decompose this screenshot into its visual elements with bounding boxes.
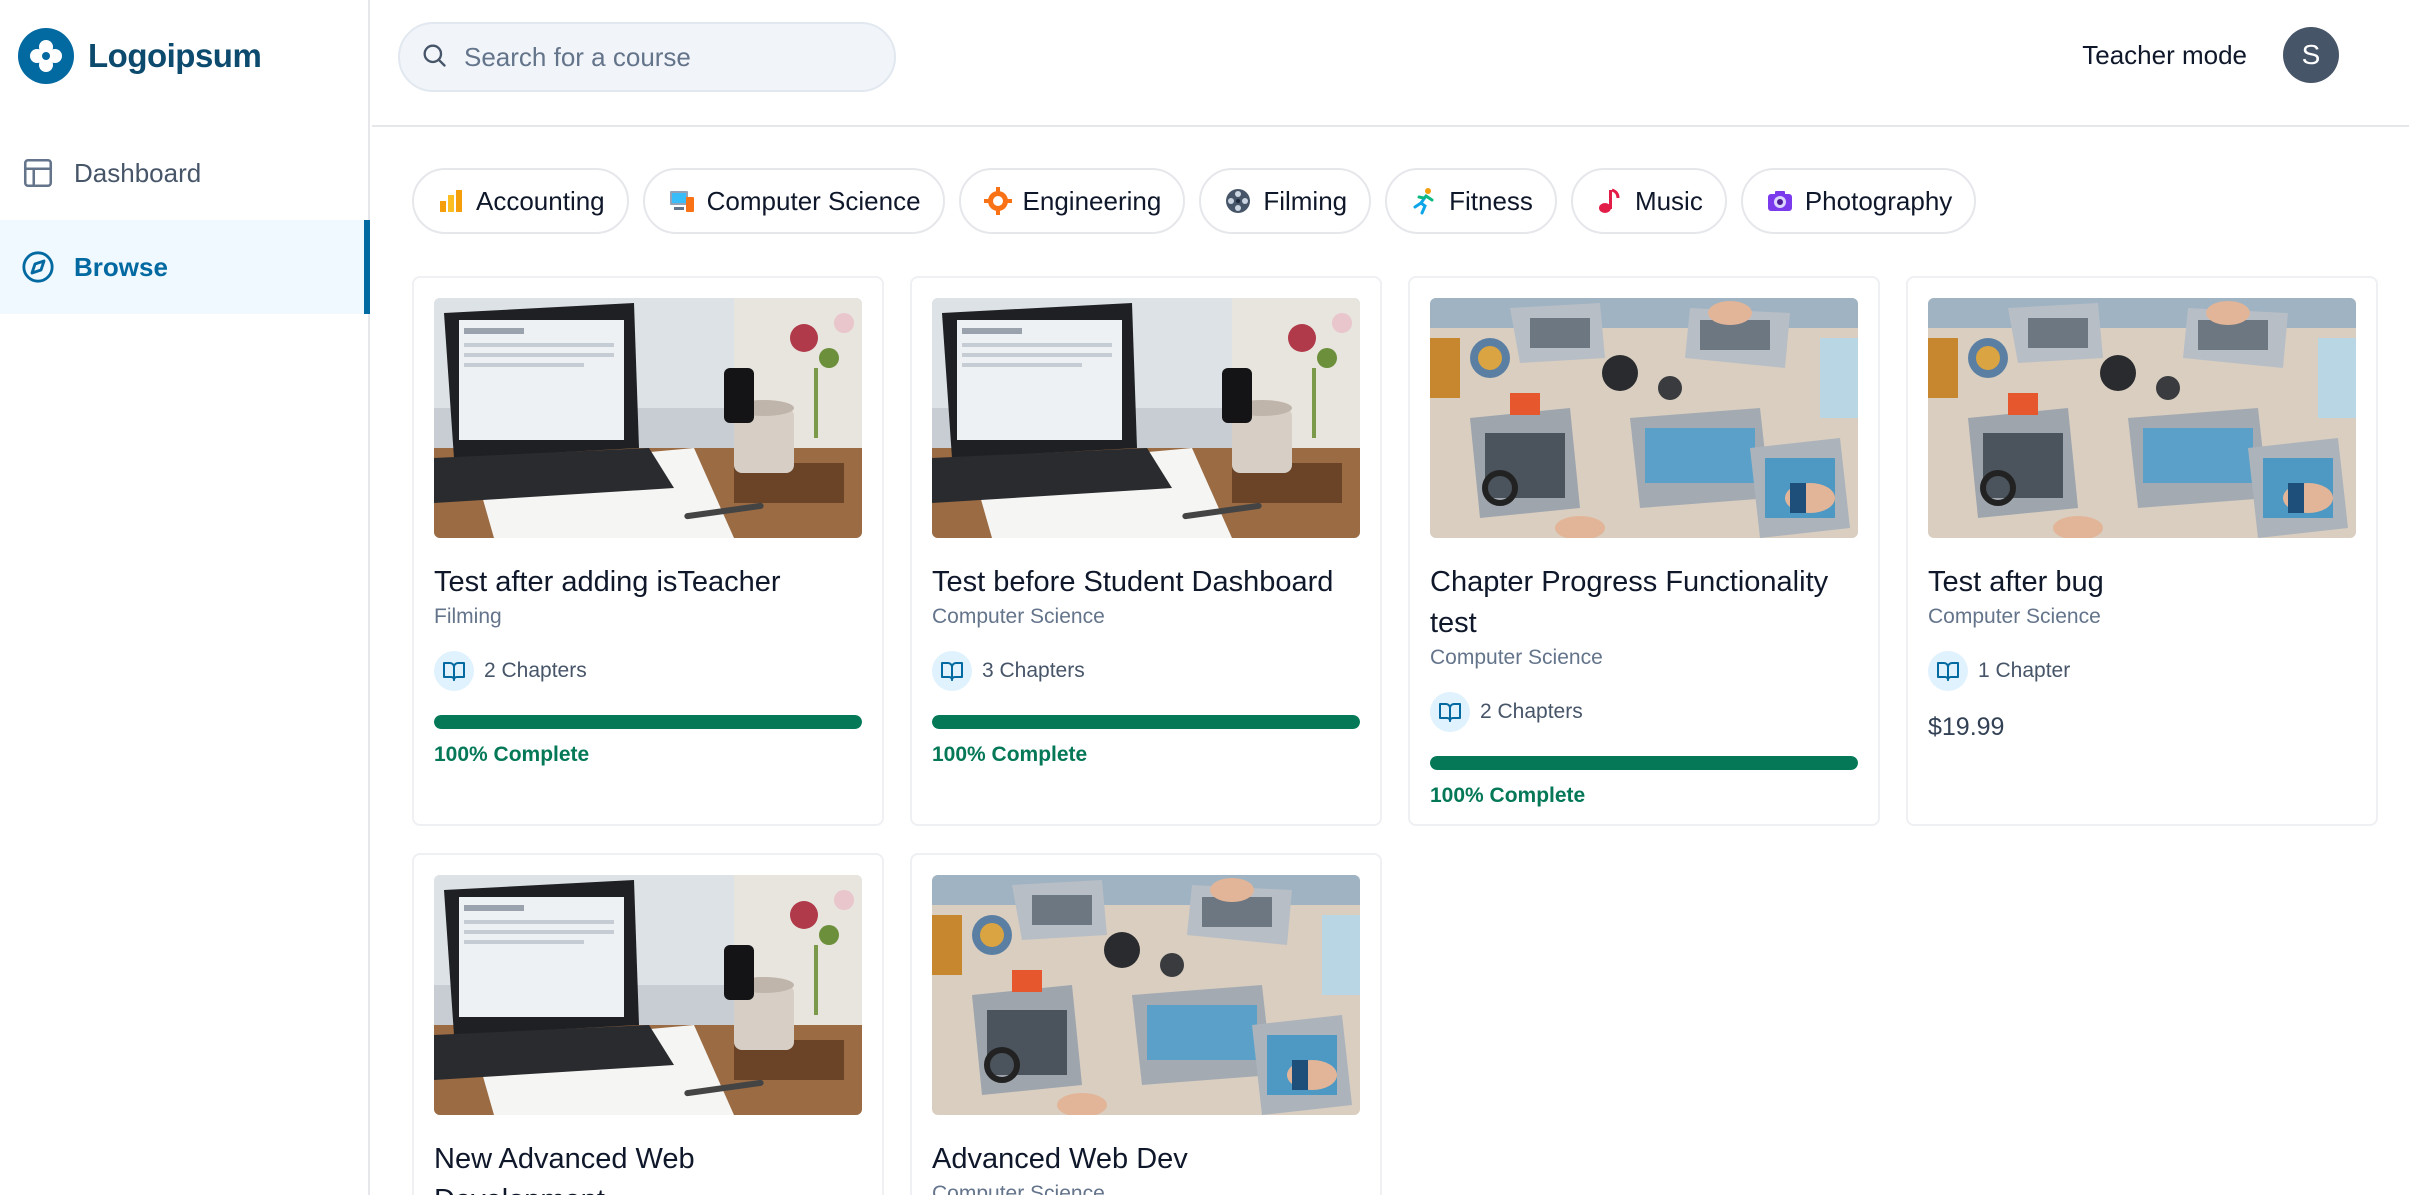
course-chapters: 3 Chapters — [932, 651, 1360, 691]
course-card[interactable]: Advanced Web Dev Computer Science — [910, 853, 1382, 1195]
layout-icon — [20, 155, 56, 191]
course-price: $19.99 — [1928, 713, 2005, 741]
category-label: Photography — [1804, 185, 1953, 216]
progress-label: 100% Complete — [1430, 784, 1586, 807]
course-card[interactable]: Test before Student Dashboard Computer S… — [910, 276, 1382, 826]
book-open-icon — [932, 651, 972, 691]
course-thumbnail — [932, 298, 1360, 538]
sidebar-item-dashboard[interactable]: Dashboard — [0, 126, 368, 220]
progress-fill — [434, 715, 862, 729]
category-photography[interactable]: Photography — [1740, 168, 1977, 234]
category-filming[interactable]: Filming — [1199, 168, 1372, 234]
music-note-icon — [1595, 186, 1625, 216]
course-category: Computer Science — [1430, 646, 1603, 669]
course-chapters: 2 Chapters — [1430, 692, 1858, 732]
course-category: Filming — [434, 605, 502, 628]
course-card[interactable]: Test after bug Computer Science 1 Chapte… — [1906, 276, 2378, 826]
category-music[interactable]: Music — [1570, 168, 1727, 234]
category-filter-bar: Accounting Computer Science Engineering … — [412, 168, 1977, 234]
course-title: Chapter Progress Functionality test — [1430, 566, 1829, 639]
top-header: Teacher mode S — [372, 0, 2409, 127]
sidebar: Logoipsum Dashboard Browse — [0, 0, 370, 1195]
category-engineering[interactable]: Engineering — [958, 168, 1186, 234]
compass-icon — [20, 249, 56, 285]
category-accounting[interactable]: Accounting — [412, 168, 629, 234]
logo-icon — [18, 28, 74, 84]
camera-icon — [1765, 186, 1795, 216]
course-chapters: 2 Chapters — [434, 651, 862, 691]
progress-fill — [932, 715, 1360, 729]
course-thumbnail — [1928, 298, 2356, 538]
course-title: Test after adding isTeacher — [434, 566, 781, 598]
teacher-mode-button[interactable]: Teacher mode — [2082, 40, 2247, 71]
search-bar[interactable] — [398, 22, 896, 92]
progress-bar — [1430, 756, 1858, 770]
search-icon — [420, 41, 448, 74]
category-computer-science[interactable]: Computer Science — [642, 168, 945, 234]
sidebar-item-label: Dashboard — [74, 157, 202, 188]
course-category: Computer Science — [932, 605, 1105, 628]
search-input[interactable] — [464, 41, 884, 73]
course-thumbnail — [932, 875, 1360, 1115]
sidebar-item-browse[interactable]: Browse — [0, 220, 370, 314]
category-label: Filming — [1263, 185, 1348, 216]
header-actions: Teacher mode S — [2082, 0, 2339, 110]
film-reel-icon — [1223, 186, 1253, 216]
progress-label: 100% Complete — [932, 743, 1088, 766]
bar-chart-icon — [436, 186, 466, 216]
gear-icon — [983, 186, 1013, 216]
course-chapters: 1 Chapter — [1928, 651, 2356, 691]
avatar[interactable]: S — [2283, 27, 2339, 83]
course-thumbnail — [434, 875, 862, 1115]
course-thumbnail — [434, 298, 862, 538]
chapter-count: 2 Chapters — [1480, 700, 1583, 723]
chapter-count: 3 Chapters — [982, 659, 1085, 682]
category-label: Accounting — [476, 185, 605, 216]
brand-name: Logoipsum — [88, 37, 262, 74]
brand-logo[interactable]: Logoipsum — [18, 28, 262, 84]
course-title: Advanced Web Dev — [932, 1143, 1188, 1175]
course-card[interactable]: New Advanced Web Development — [412, 853, 884, 1195]
course-title: New Advanced Web Development — [434, 1143, 695, 1195]
sidebar-nav: Dashboard Browse — [0, 126, 370, 314]
category-label: Music — [1634, 185, 1703, 216]
chapter-count: 2 Chapters — [484, 659, 587, 682]
runner-icon — [1409, 186, 1439, 216]
progress-fill — [1430, 756, 1858, 770]
category-fitness[interactable]: Fitness — [1385, 168, 1557, 234]
category-label: Computer Science — [706, 185, 921, 216]
progress-bar — [932, 715, 1360, 729]
course-card[interactable]: Test after adding isTeacher Filming 2 Ch… — [412, 276, 884, 826]
progress-label: 100% Complete — [434, 743, 590, 766]
sidebar-item-label: Browse — [74, 251, 168, 282]
computer-icon — [667, 186, 697, 216]
app: Logoipsum Dashboard Browse Search for a … — [0, 0, 2409, 1195]
progress-bar — [434, 715, 862, 729]
course-category: Computer Science — [932, 1182, 1105, 1195]
course-title: Test after bug — [1928, 566, 2104, 598]
course-title: Test before Student Dashboard — [932, 566, 1334, 598]
book-open-icon — [1928, 651, 1968, 691]
course-category: Computer Science — [1928, 605, 2101, 628]
book-open-icon — [434, 651, 474, 691]
course-thumbnail — [1430, 298, 1858, 538]
category-label: Engineering — [1022, 185, 1162, 216]
course-card[interactable]: Chapter Progress Functionality test Comp… — [1408, 276, 1880, 826]
chapter-count: 1 Chapter — [1978, 659, 2071, 682]
book-open-icon — [1430, 692, 1470, 732]
category-label: Fitness — [1449, 185, 1533, 216]
